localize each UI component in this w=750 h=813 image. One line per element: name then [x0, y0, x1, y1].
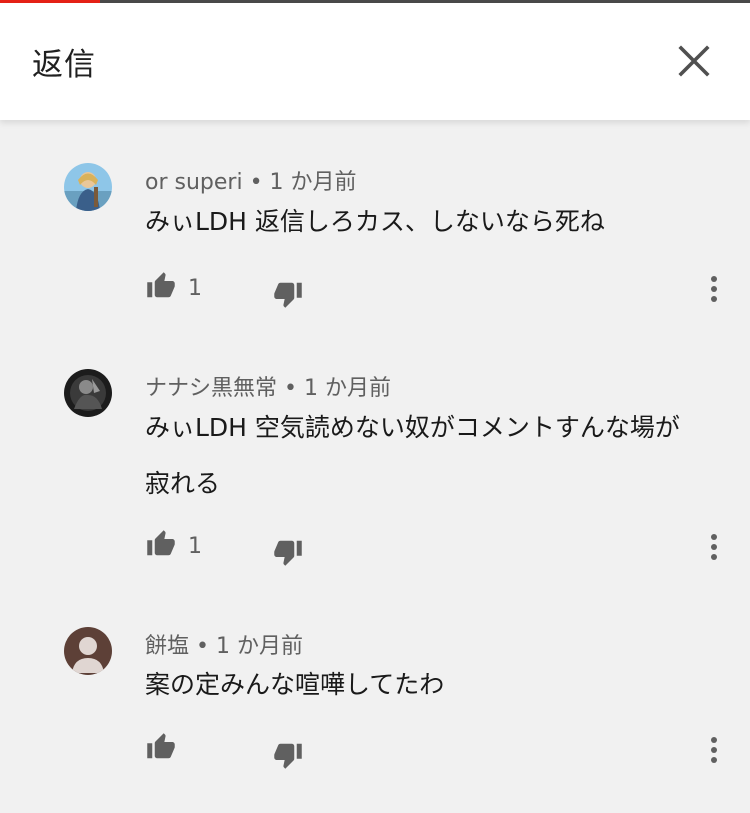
comment-author[interactable]: ナナシ黒無常 [145, 376, 277, 401]
avatar[interactable] [64, 627, 112, 675]
thumb-down-icon [274, 540, 302, 566]
thumb-down-icon [274, 282, 302, 308]
comment-text: みぃLDH 返信しろカス、しないなら死ね [145, 207, 605, 236]
comment-meta: or superi • 1 か月前 [145, 164, 357, 196]
comment-text: みぃLDH 空気読めない奴がコメントすんな場が寂れる [145, 413, 680, 498]
comment-meta: ナナシ黒無常 • 1 か月前 [145, 370, 391, 402]
more-vert-icon [711, 276, 717, 302]
more-vert-icon [711, 737, 717, 763]
close-button[interactable] [670, 37, 718, 85]
thumb-up-icon [147, 733, 175, 759]
meta-separator: • [249, 170, 270, 195]
avatar[interactable] [64, 369, 112, 417]
avatar[interactable] [64, 163, 112, 211]
meta-separator: • [196, 634, 216, 659]
comment-meta: 餅塩 • 1 か月前 [145, 628, 303, 660]
page-title: 返信 [32, 47, 96, 83]
comment-time: 1 か月前 [304, 376, 391, 401]
thumb-up-icon [147, 530, 175, 556]
like-count: 1 [188, 276, 202, 301]
comment-time: 1 か月前 [269, 170, 357, 195]
more-vert-icon [711, 534, 717, 560]
comment-author[interactable]: 餅塩 [145, 634, 189, 659]
dislike-button[interactable] [270, 276, 306, 312]
thumb-down-icon [274, 743, 302, 769]
default-avatar-icon [64, 627, 112, 675]
replies-header: 返信 [0, 3, 750, 120]
close-icon [678, 45, 710, 77]
like-button[interactable] [143, 729, 179, 765]
more-options-button[interactable] [700, 732, 728, 768]
like-button[interactable] [143, 268, 179, 304]
dislike-button[interactable] [270, 534, 306, 570]
thumb-up-icon [147, 272, 175, 298]
like-count: 1 [188, 534, 202, 559]
comment-author[interactable]: or superi [145, 170, 243, 195]
more-options-button[interactable] [700, 271, 728, 307]
more-options-button[interactable] [700, 529, 728, 565]
comment-time: 1 か月前 [216, 634, 303, 659]
comment-text: 案の定みんな喧嘩してたわ [145, 670, 445, 699]
meta-separator: • [284, 376, 304, 401]
like-button[interactable] [143, 526, 179, 562]
dislike-button[interactable] [270, 737, 306, 773]
